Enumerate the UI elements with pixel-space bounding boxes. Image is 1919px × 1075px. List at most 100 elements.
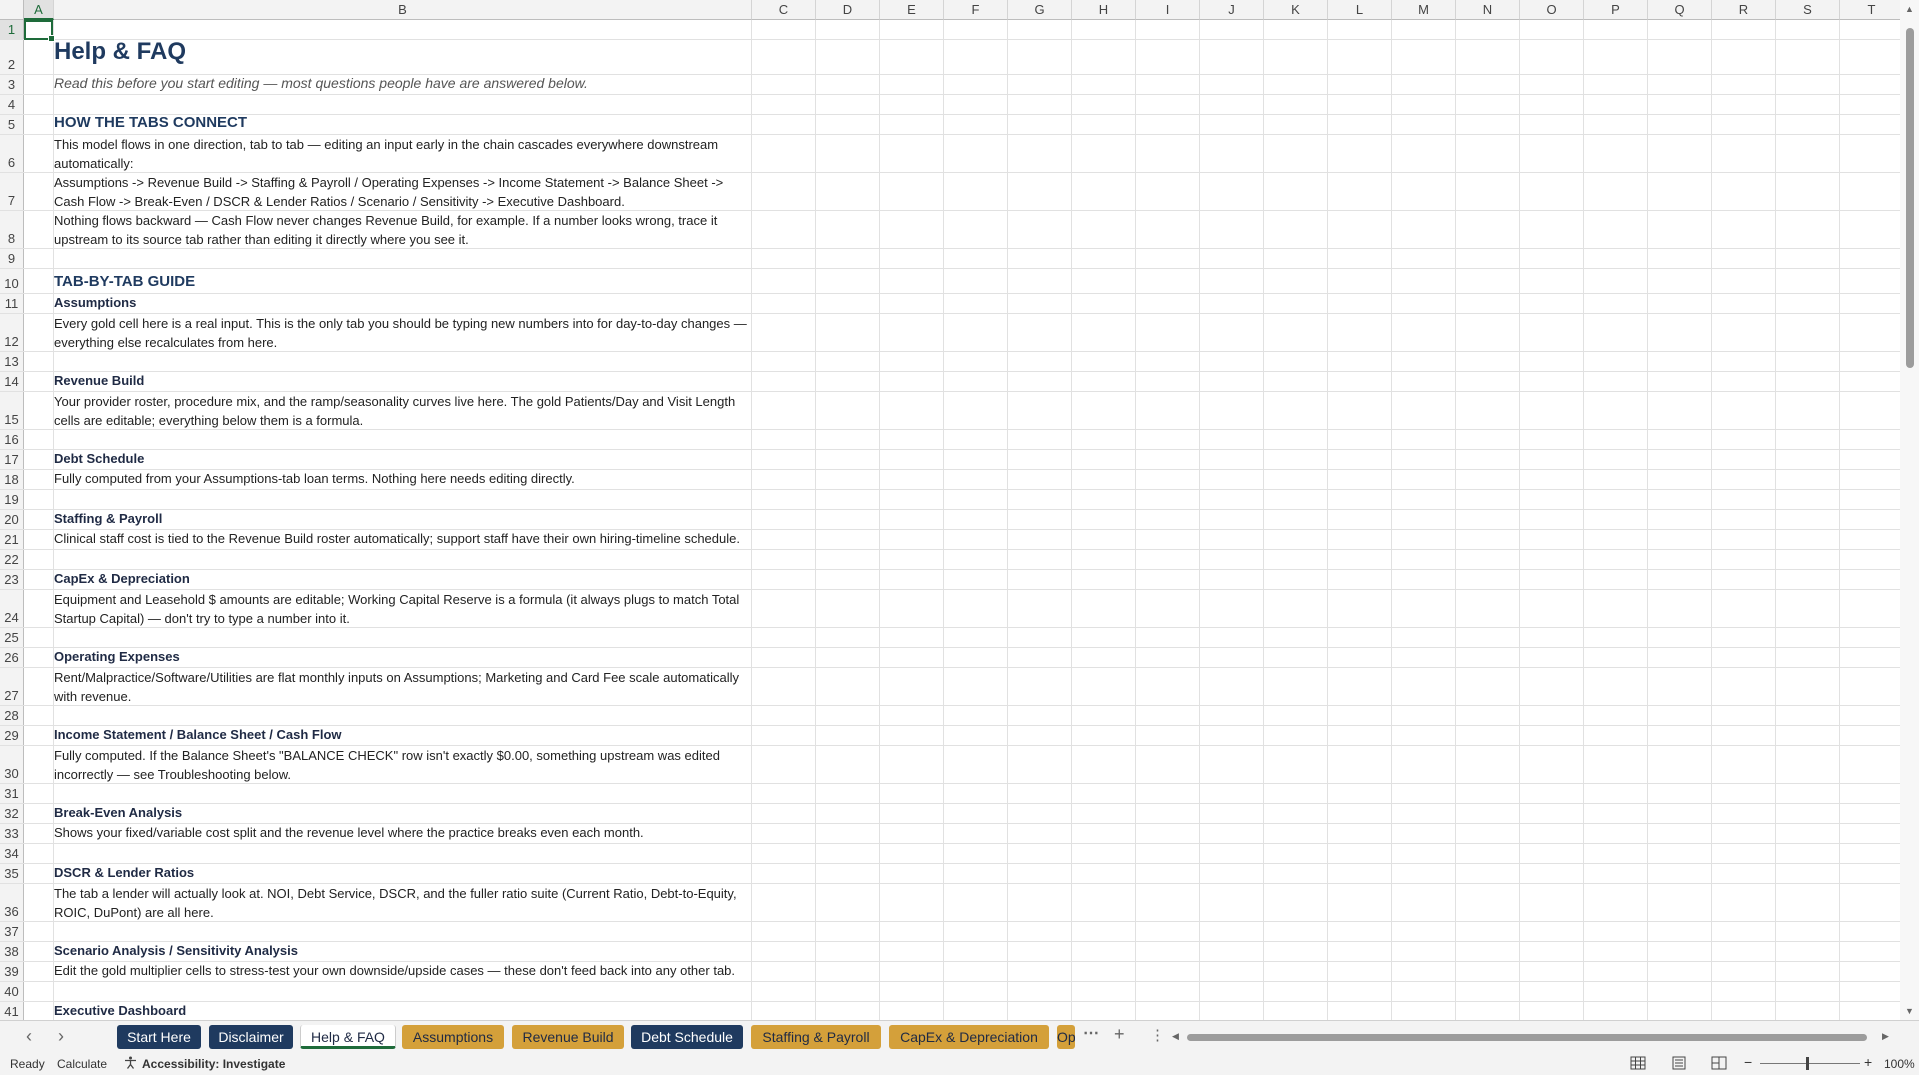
row-header[interactable]: 4: [0, 95, 24, 114]
zoom-in-icon[interactable]: +: [1864, 1054, 1872, 1070]
sheet-tab-disclaimer[interactable]: Disclaimer: [209, 1025, 293, 1049]
cell-b18[interactable]: Fully computed from your Assumptions-tab…: [54, 470, 750, 489]
column-header-b[interactable]: B: [54, 0, 752, 20]
row-header[interactable]: 3: [0, 75, 24, 94]
cell-b16[interactable]: [54, 430, 750, 449]
cell-b38[interactable]: Scenario Analysis / Sensitivity Analysis: [54, 942, 750, 961]
column-header-t[interactable]: T: [1840, 0, 1900, 20]
row-header[interactable]: 40: [0, 982, 24, 1001]
cell-b25[interactable]: [54, 628, 750, 647]
column-header-h[interactable]: H: [1072, 0, 1136, 20]
row-header[interactable]: 7: [0, 173, 24, 210]
column-header-c[interactable]: C: [752, 0, 816, 20]
row-header[interactable]: 32: [0, 804, 24, 823]
sheet-tab-staffing-payroll[interactable]: Staffing & Payroll: [751, 1025, 881, 1049]
column-header-r[interactable]: R: [1712, 0, 1776, 20]
zoom-level[interactable]: 100%: [1884, 1057, 1915, 1071]
next-sheet-icon[interactable]: ›: [58, 1026, 64, 1047]
sheet-options-icon[interactable]: ⋮: [1150, 1026, 1165, 1044]
row-header[interactable]: 35: [0, 864, 24, 883]
cell-b14[interactable]: Revenue Build: [54, 372, 750, 391]
row-header[interactable]: 8: [0, 211, 24, 248]
row-header[interactable]: 25: [0, 628, 24, 647]
cell-b7[interactable]: Assumptions -> Revenue Build -> Staffing…: [54, 173, 750, 210]
cell-b39[interactable]: Edit the gold multiplier cells to stress…: [54, 962, 750, 981]
cell-b32[interactable]: Break-Even Analysis: [54, 804, 750, 823]
column-header-a[interactable]: A: [24, 0, 54, 20]
cell-b2[interactable]: Help & FAQ: [54, 38, 750, 74]
column-header-g[interactable]: G: [1008, 0, 1072, 20]
row-header[interactable]: 31: [0, 784, 24, 803]
sheet-tab-start-here[interactable]: Start Here: [117, 1025, 201, 1049]
row-header[interactable]: 29: [0, 726, 24, 745]
sheet-tab-assumptions[interactable]: Assumptions: [402, 1025, 504, 1049]
row-header[interactable]: 6: [0, 135, 24, 172]
row-header[interactable]: 13: [0, 352, 24, 371]
cell-b24[interactable]: Equipment and Leasehold $ amounts are ed…: [54, 590, 750, 627]
cell-b21[interactable]: Clinical staff cost is tied to the Reven…: [54, 530, 750, 549]
cell-b17[interactable]: Debt Schedule: [54, 450, 750, 469]
cell-b5[interactable]: HOW THE TABS CONNECT: [54, 114, 750, 134]
column-header-n[interactable]: N: [1456, 0, 1520, 20]
row-header[interactable]: 15: [0, 392, 24, 429]
vertical-scrollbar[interactable]: ▲ ▼: [1900, 0, 1919, 1020]
horizontal-scroll-thumb[interactable]: [1187, 1034, 1867, 1041]
cell-b34[interactable]: [54, 844, 750, 863]
vertical-scroll-thumb[interactable]: [1906, 28, 1914, 368]
column-header-m[interactable]: M: [1392, 0, 1456, 20]
cell-b6[interactable]: This model flows in one direction, tab t…: [54, 135, 750, 172]
cell-b29[interactable]: Income Statement / Balance Sheet / Cash …: [54, 726, 750, 745]
cell-b9[interactable]: [54, 249, 750, 268]
row-header[interactable]: 22: [0, 550, 24, 569]
row-header[interactable]: 5: [0, 115, 24, 134]
cell-b41[interactable]: Executive Dashboard: [54, 1002, 750, 1020]
row-header[interactable]: 37: [0, 922, 24, 941]
status-calculate[interactable]: Calculate: [57, 1057, 107, 1071]
scroll-right-icon[interactable]: ▶: [1882, 1031, 1889, 1042]
row-header[interactable]: 26: [0, 648, 24, 667]
sheet-tab-oper[interactable]: Oper: [1057, 1025, 1075, 1049]
zoom-out-icon[interactable]: −: [1744, 1054, 1752, 1070]
cell-b36[interactable]: The tab a lender will actually look at. …: [54, 884, 750, 921]
row-header[interactable]: 17: [0, 450, 24, 469]
column-header-f[interactable]: F: [944, 0, 1008, 20]
row-header[interactable]: 12: [0, 314, 24, 351]
cell-b19[interactable]: [54, 490, 750, 509]
column-header-q[interactable]: Q: [1648, 0, 1712, 20]
row-header[interactable]: 28: [0, 706, 24, 725]
column-header-i[interactable]: I: [1136, 0, 1200, 20]
cell-b20[interactable]: Staffing & Payroll: [54, 510, 750, 529]
select-all-corner[interactable]: [0, 0, 24, 20]
normal-view-icon[interactable]: [1630, 1056, 1646, 1070]
row-header[interactable]: 24: [0, 590, 24, 627]
cell-b33[interactable]: Shows your fixed/variable cost split and…: [54, 824, 750, 843]
scroll-down-icon[interactable]: ▼: [1905, 1006, 1914, 1016]
cell-b27[interactable]: Rent/Malpractice/Software/Utilities are …: [54, 668, 750, 705]
row-header[interactable]: 21: [0, 530, 24, 549]
row-header[interactable]: 1: [0, 20, 24, 39]
column-header-l[interactable]: L: [1328, 0, 1392, 20]
cell-b28[interactable]: [54, 706, 750, 725]
cell-b23[interactable]: CapEx & Depreciation: [54, 570, 750, 589]
row-header[interactable]: 30: [0, 746, 24, 783]
cell-b30[interactable]: Fully computed. If the Balance Sheet's "…: [54, 746, 750, 783]
scroll-left-icon[interactable]: ◀: [1172, 1031, 1179, 1042]
column-header-p[interactable]: P: [1584, 0, 1648, 20]
row-header[interactable]: 14: [0, 372, 24, 391]
cell-b4[interactable]: [54, 95, 750, 114]
column-header-o[interactable]: O: [1520, 0, 1584, 20]
horizontal-scrollbar[interactable]: ◀ ▶: [1172, 1031, 1892, 1042]
row-header[interactable]: 16: [0, 430, 24, 449]
zoom-slider-track[interactable]: [1760, 1063, 1860, 1064]
sheet-tab-capex-depreciation[interactable]: CapEx & Depreciation: [889, 1025, 1049, 1049]
row-header[interactable]: 38: [0, 942, 24, 961]
cell-b40[interactable]: [54, 982, 750, 1001]
cell-b12[interactable]: Every gold cell here is a real input. Th…: [54, 314, 750, 351]
spreadsheet-grid[interactable]: ABCDEFGHIJKLMNOPQRST 1 2 Help & FAQ 3 Read t…: [0, 0, 1900, 1020]
row-header[interactable]: 11: [0, 294, 24, 313]
cell-b3[interactable]: Read this before you start editing — mos…: [54, 75, 750, 94]
row-header[interactable]: 39: [0, 962, 24, 981]
more-sheets-icon[interactable]: ⋯: [1083, 1023, 1099, 1043]
column-header-e[interactable]: E: [880, 0, 944, 20]
page-layout-view-icon[interactable]: [1671, 1056, 1687, 1070]
